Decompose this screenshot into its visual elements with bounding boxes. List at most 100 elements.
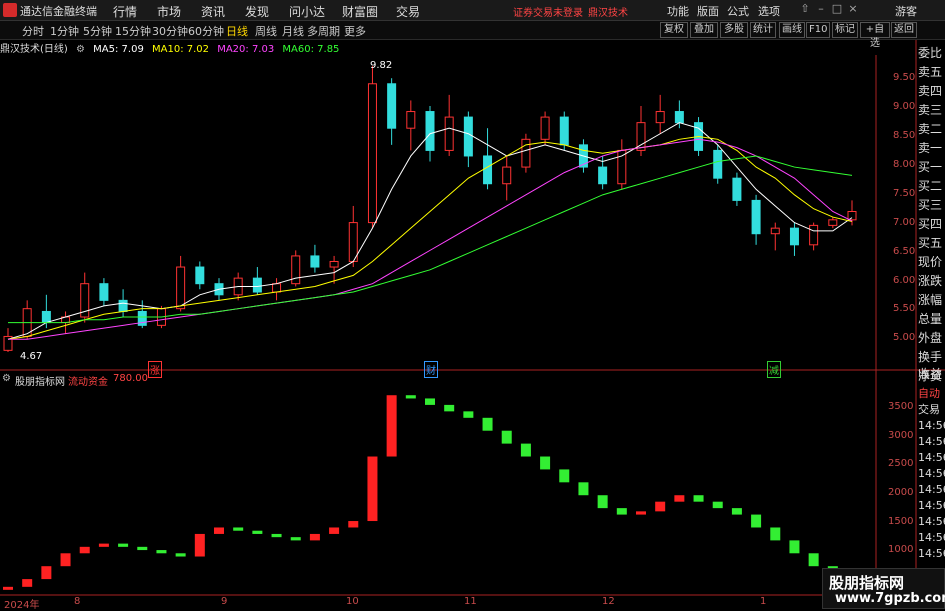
back-button[interactable]: 返回: [891, 22, 917, 38]
close-icon[interactable]: ×: [846, 2, 860, 16]
menu-discover[interactable]: 发现: [245, 3, 269, 20]
trade-label[interactable]: 交易: [918, 402, 945, 418]
candle-body[interactable]: [252, 277, 262, 293]
overlay-button[interactable]: 叠加: [690, 22, 718, 38]
menu-ask[interactable]: 问小达: [289, 3, 325, 20]
tf-1min[interactable]: 1分钟: [50, 23, 79, 39]
tf-15min[interactable]: 15分钟: [115, 23, 151, 39]
price-tick: 7.50: [893, 188, 916, 199]
price-tick: 9.00: [893, 101, 916, 112]
indicator-bars-group: [3, 395, 857, 590]
menu-wealth[interactable]: 财富圈: [342, 3, 378, 20]
price-tick: 8.00: [893, 159, 916, 170]
indicator-bar: [616, 508, 627, 515]
menu-trade[interactable]: 交易: [396, 3, 420, 20]
candle-body[interactable]: [770, 227, 780, 235]
candle-body[interactable]: [732, 177, 742, 201]
candle-body[interactable]: [713, 149, 723, 179]
login-notice[interactable]: 证券交易未登录: [513, 4, 583, 19]
quote-label: 卖三: [918, 103, 943, 117]
watermark-url: www.7gpzb.com: [835, 591, 945, 606]
f10-button[interactable]: F10: [806, 22, 830, 38]
adjust-button[interactable]: 复权: [660, 22, 688, 38]
share-icon[interactable]: ⇧: [798, 2, 812, 16]
tf-60min[interactable]: 60分钟: [188, 23, 224, 39]
tf-intraday[interactable]: 分时: [22, 23, 44, 39]
minimize-icon[interactable]: –: [814, 2, 828, 16]
indicator-tick: 3500: [888, 401, 914, 412]
candle-body[interactable]: [291, 255, 301, 285]
candle-body[interactable]: [483, 155, 493, 185]
candle-body[interactable]: [559, 116, 569, 146]
candle-body[interactable]: [502, 166, 512, 185]
kline-chart[interactable]: [0, 40, 945, 609]
tf-5min[interactable]: 5分钟: [83, 23, 112, 39]
guest-label[interactable]: 游客: [895, 3, 917, 19]
candle-body[interactable]: [540, 116, 550, 140]
add-watchlist-button[interactable]: +自选: [860, 22, 890, 49]
indicator-bar: [156, 550, 167, 554]
indicator-bar: [22, 579, 33, 587]
candle-body[interactable]: [387, 83, 397, 129]
menu-options[interactable]: 选项: [758, 3, 780, 19]
multi-stock-button[interactable]: 多股: [720, 22, 748, 38]
quote-label: 买四: [918, 217, 943, 231]
candle-body[interactable]: [655, 111, 665, 124]
candle-body[interactable]: [176, 266, 186, 310]
tf-daily[interactable]: 日线: [226, 23, 248, 39]
title-bar: 通达信金融终端 行情 市场 资讯 发现 问小达 财富圈 交易 证券交易未登录 鼎…: [0, 0, 945, 21]
candle-body[interactable]: [674, 111, 684, 124]
draw-button[interactable]: 画线: [779, 22, 805, 38]
menu-quotes[interactable]: 行情: [113, 3, 137, 20]
indicator-bar: [636, 511, 646, 515]
candle-body[interactable]: [41, 310, 51, 324]
candle-body[interactable]: [118, 299, 128, 312]
menu-layout[interactable]: 版面: [697, 3, 719, 19]
candle-body[interactable]: [444, 116, 454, 151]
indicator-series-value: 780.00: [113, 373, 148, 384]
mark-button[interactable]: 标记: [832, 22, 858, 38]
price-tick: 5.00: [893, 332, 916, 343]
menu-formula[interactable]: 公式: [727, 3, 749, 19]
candle-body[interactable]: [789, 227, 799, 246]
tf-more[interactable]: 更多: [344, 23, 366, 39]
indicator-bar: [271, 533, 282, 538]
candle-body[interactable]: [406, 111, 416, 129]
candle-body[interactable]: [463, 116, 473, 157]
menu-market[interactable]: 市场: [157, 3, 181, 20]
trade-time: 14:56: [918, 419, 945, 432]
auto-label[interactable]: 自动: [918, 386, 945, 402]
tf-weekly[interactable]: 周线: [255, 23, 277, 39]
tf-multi[interactable]: 多周期: [307, 23, 340, 39]
candle-body[interactable]: [195, 266, 205, 285]
menu-function[interactable]: 功能: [667, 3, 689, 19]
ma20-line: [8, 138, 853, 340]
stats-button[interactable]: 统计: [750, 22, 776, 38]
candle-body[interactable]: [828, 219, 838, 226]
menu-news[interactable]: 资讯: [201, 3, 225, 20]
candle-body[interactable]: [329, 260, 339, 268]
candle-body[interactable]: [425, 111, 435, 151]
candle-body[interactable]: [847, 210, 857, 221]
candle-body[interactable]: [310, 255, 320, 268]
candle-body[interactable]: [809, 224, 819, 246]
trade-time-panel: 自动 交易 14:56 14:56 14:56 14:56 14:56 14:5…: [918, 386, 945, 566]
candle-body[interactable]: [751, 199, 761, 235]
indicator-bar: [425, 398, 435, 405]
candle-body[interactable]: [598, 166, 608, 185]
candle-body[interactable]: [272, 283, 282, 293]
tf-monthly[interactable]: 月线: [282, 23, 304, 39]
reduce-holding-marker[interactable]: 减: [767, 361, 781, 378]
candle-body[interactable]: [367, 83, 377, 224]
tf-30min[interactable]: 30分钟: [152, 23, 188, 39]
app-title: 通达信金融终端: [20, 5, 97, 18]
indicator-bar: [386, 395, 397, 457]
maximize-icon[interactable]: □: [830, 2, 844, 16]
candle-body[interactable]: [521, 138, 531, 168]
limit-up-marker[interactable]: 涨: [148, 361, 162, 378]
indicator-bar: [79, 546, 90, 554]
settings-icon[interactable]: ⚙: [2, 373, 11, 384]
trade-time: 14:56: [918, 483, 945, 496]
finance-marker[interactable]: 财: [424, 361, 438, 378]
candle-body[interactable]: [99, 283, 109, 301]
